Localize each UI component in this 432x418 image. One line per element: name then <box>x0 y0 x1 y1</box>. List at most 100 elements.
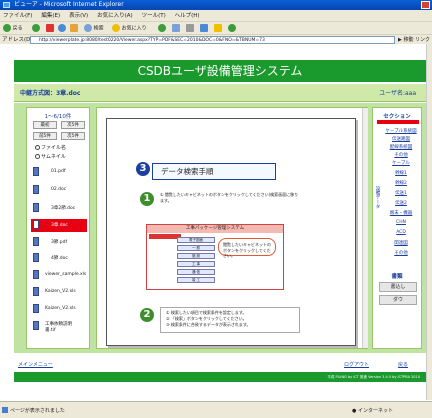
menu-help[interactable]: ヘルプ(H) <box>175 13 200 19</box>
favorites-button[interactable]: お気に入り <box>112 24 147 33</box>
sub-header: 中継方式図：3章.doc ユーザ名:aaa <box>14 84 426 102</box>
star-icon <box>112 24 120 32</box>
screenshot-button: 竣 工 <box>177 277 215 283</box>
section-link[interactable]: その他 <box>381 250 421 256</box>
category-label: 設備データ <box>375 186 380 209</box>
window-titlebar: ビューア - Microsoft Internet Explorer <box>0 0 432 10</box>
radio-thumbnail[interactable]: サムネイル <box>35 153 66 160</box>
screenshot-header: 工事パッケージ管理システム <box>147 225 283 233</box>
menu-edit[interactable]: 編集(E) <box>41 13 60 19</box>
messenger-button[interactable] <box>228 24 236 33</box>
menu-favorites[interactable]: お気に入り(A) <box>97 13 133 19</box>
file-icon <box>33 237 39 246</box>
address-input[interactable]: http://viewerplate.jp:8080/test0220/View… <box>30 36 395 44</box>
file-item-selected[interactable]: 3章.doc <box>31 219 87 232</box>
refresh-button[interactable] <box>58 24 66 33</box>
first-page-button[interactable]: 最初 <box>33 121 57 129</box>
section-redbar <box>377 120 419 124</box>
section-link[interactable]: 伝送1 <box>381 190 421 196</box>
section-panel: セクション ケーブル系統図 伝送路図 配線系統図 その他 ケーブル 幹線1 幹線… <box>372 107 422 349</box>
logout-link[interactable]: ログアウト <box>344 361 369 368</box>
section-link[interactable]: 幹線1 <box>381 170 421 176</box>
window-title: ビューア - Microsoft Internet Explorer <box>14 1 124 8</box>
back-link[interactable]: 戻る <box>398 361 408 368</box>
file-item[interactable]: 工事依頼説明書.tif <box>31 320 87 338</box>
close-button[interactable] <box>421 1 430 9</box>
go-button[interactable]: ▶ 移動 リンク <box>398 36 430 44</box>
write-button[interactable]: 書込し <box>379 282 417 292</box>
mail-icon <box>172 24 180 32</box>
messenger-icon <box>228 24 236 32</box>
home-button[interactable] <box>70 24 78 33</box>
documents-title: 書類 <box>391 274 403 280</box>
search-button[interactable]: 検索 <box>84 24 104 33</box>
section-link[interactable]: 端末・機器 <box>381 210 421 216</box>
radio-filename[interactable]: ファイル名 <box>35 144 66 151</box>
step2-line: ③ 検索条件に合致するデータが表示されます。 <box>166 322 251 327</box>
file-item[interactable]: Kaizen_V2.xls <box>31 286 87 299</box>
print-icon <box>186 24 194 32</box>
section-link[interactable]: CHN <box>381 220 421 225</box>
section-title: セクション <box>383 114 411 120</box>
forward-arrow-icon <box>32 24 40 32</box>
forward-button[interactable] <box>32 24 40 33</box>
step-number: 1 <box>140 192 154 206</box>
file-item[interactable]: 02.doc <box>31 184 87 197</box>
section-link[interactable]: 幹線2 <box>381 180 421 186</box>
file-item[interactable]: Kaizen_V2.xls <box>31 303 87 316</box>
section-link[interactable]: ケーブル系統図 <box>381 128 421 134</box>
file-icon <box>33 185 39 194</box>
radio-icon <box>35 154 40 159</box>
menu-file[interactable]: ファイル(F) <box>3 13 32 19</box>
section-link[interactable]: 配線系統図 <box>381 144 421 150</box>
ie-icon <box>3 2 10 8</box>
prev-five-button[interactable]: 前5件 <box>33 132 57 140</box>
stop-icon <box>46 24 54 32</box>
edit-icon <box>200 24 208 32</box>
page-scrollbar[interactable] <box>426 44 432 400</box>
screenshot-figure: 工事パッケージ管理システム 電子図面 一 般 施 設 工 事 通 信 竣 工 <box>146 224 284 290</box>
file-list-panel: 1～6/10件 最初 次5件 前5件 次5件 ファイル名 サムネイル 01.pd… <box>26 107 90 349</box>
next-five-button[interactable]: 次5件 <box>61 121 85 129</box>
footer: 平成 FILING by ICT 推進 Version 3.4.5 by ICT… <box>14 372 426 382</box>
file-item[interactable]: 3節.pdf <box>31 236 87 249</box>
screenshot-button: 工 事 <box>177 261 215 267</box>
file-icon <box>33 287 39 296</box>
refresh-icon <box>58 24 66 32</box>
folder-button[interactable] <box>214 24 222 33</box>
file-item[interactable]: 01.pdf <box>31 166 87 179</box>
home-icon <box>70 24 78 32</box>
file-item[interactable]: 3章2節.doc <box>31 202 87 215</box>
section-link[interactable]: ACD <box>381 230 421 235</box>
print-button[interactable] <box>186 24 194 33</box>
globe-icon: ● <box>352 408 357 414</box>
address-bar: アドレス(D) http://viewerplate.jp:8080/test0… <box>0 34 432 44</box>
history-button[interactable] <box>158 24 166 33</box>
status-text: ページが表示されました <box>10 408 65 414</box>
bottom-links: メインメニュー ログアウト 戻る <box>14 356 426 372</box>
file-icon <box>33 321 39 330</box>
app-header: CSDBユーザ設備管理システム <box>14 60 426 82</box>
mail-button[interactable] <box>172 24 180 33</box>
step-number: 3 <box>136 162 150 176</box>
section-link[interactable]: ケーブル <box>381 160 421 166</box>
stop-button[interactable] <box>46 24 54 33</box>
internet-zone: ● インターネット <box>352 408 393 414</box>
back-button[interactable]: 戻る <box>3 24 23 33</box>
document-scrollbar[interactable] <box>362 108 368 348</box>
back-arrow-icon <box>3 24 11 32</box>
section-link[interactable]: 関連図 <box>381 240 421 246</box>
main-menu-link[interactable]: メインメニュー <box>18 361 53 368</box>
section-link[interactable]: 伝送路図 <box>381 136 421 142</box>
file-item[interactable]: viewer_sample.xls <box>31 269 87 282</box>
last-page-button[interactable]: 次5件 <box>61 132 85 140</box>
menu-view[interactable]: 表示(V) <box>69 13 88 19</box>
history-icon <box>158 24 166 32</box>
menu-tools[interactable]: ツール(T) <box>142 13 166 19</box>
section-link[interactable]: 伝送2 <box>381 200 421 206</box>
section-link[interactable]: その他 <box>381 152 421 158</box>
edit-button[interactable] <box>200 24 208 33</box>
address-label: アドレス(D) <box>2 37 33 43</box>
download-button[interactable]: ダウ <box>379 295 417 305</box>
file-item[interactable]: 4節.doc <box>31 252 87 265</box>
